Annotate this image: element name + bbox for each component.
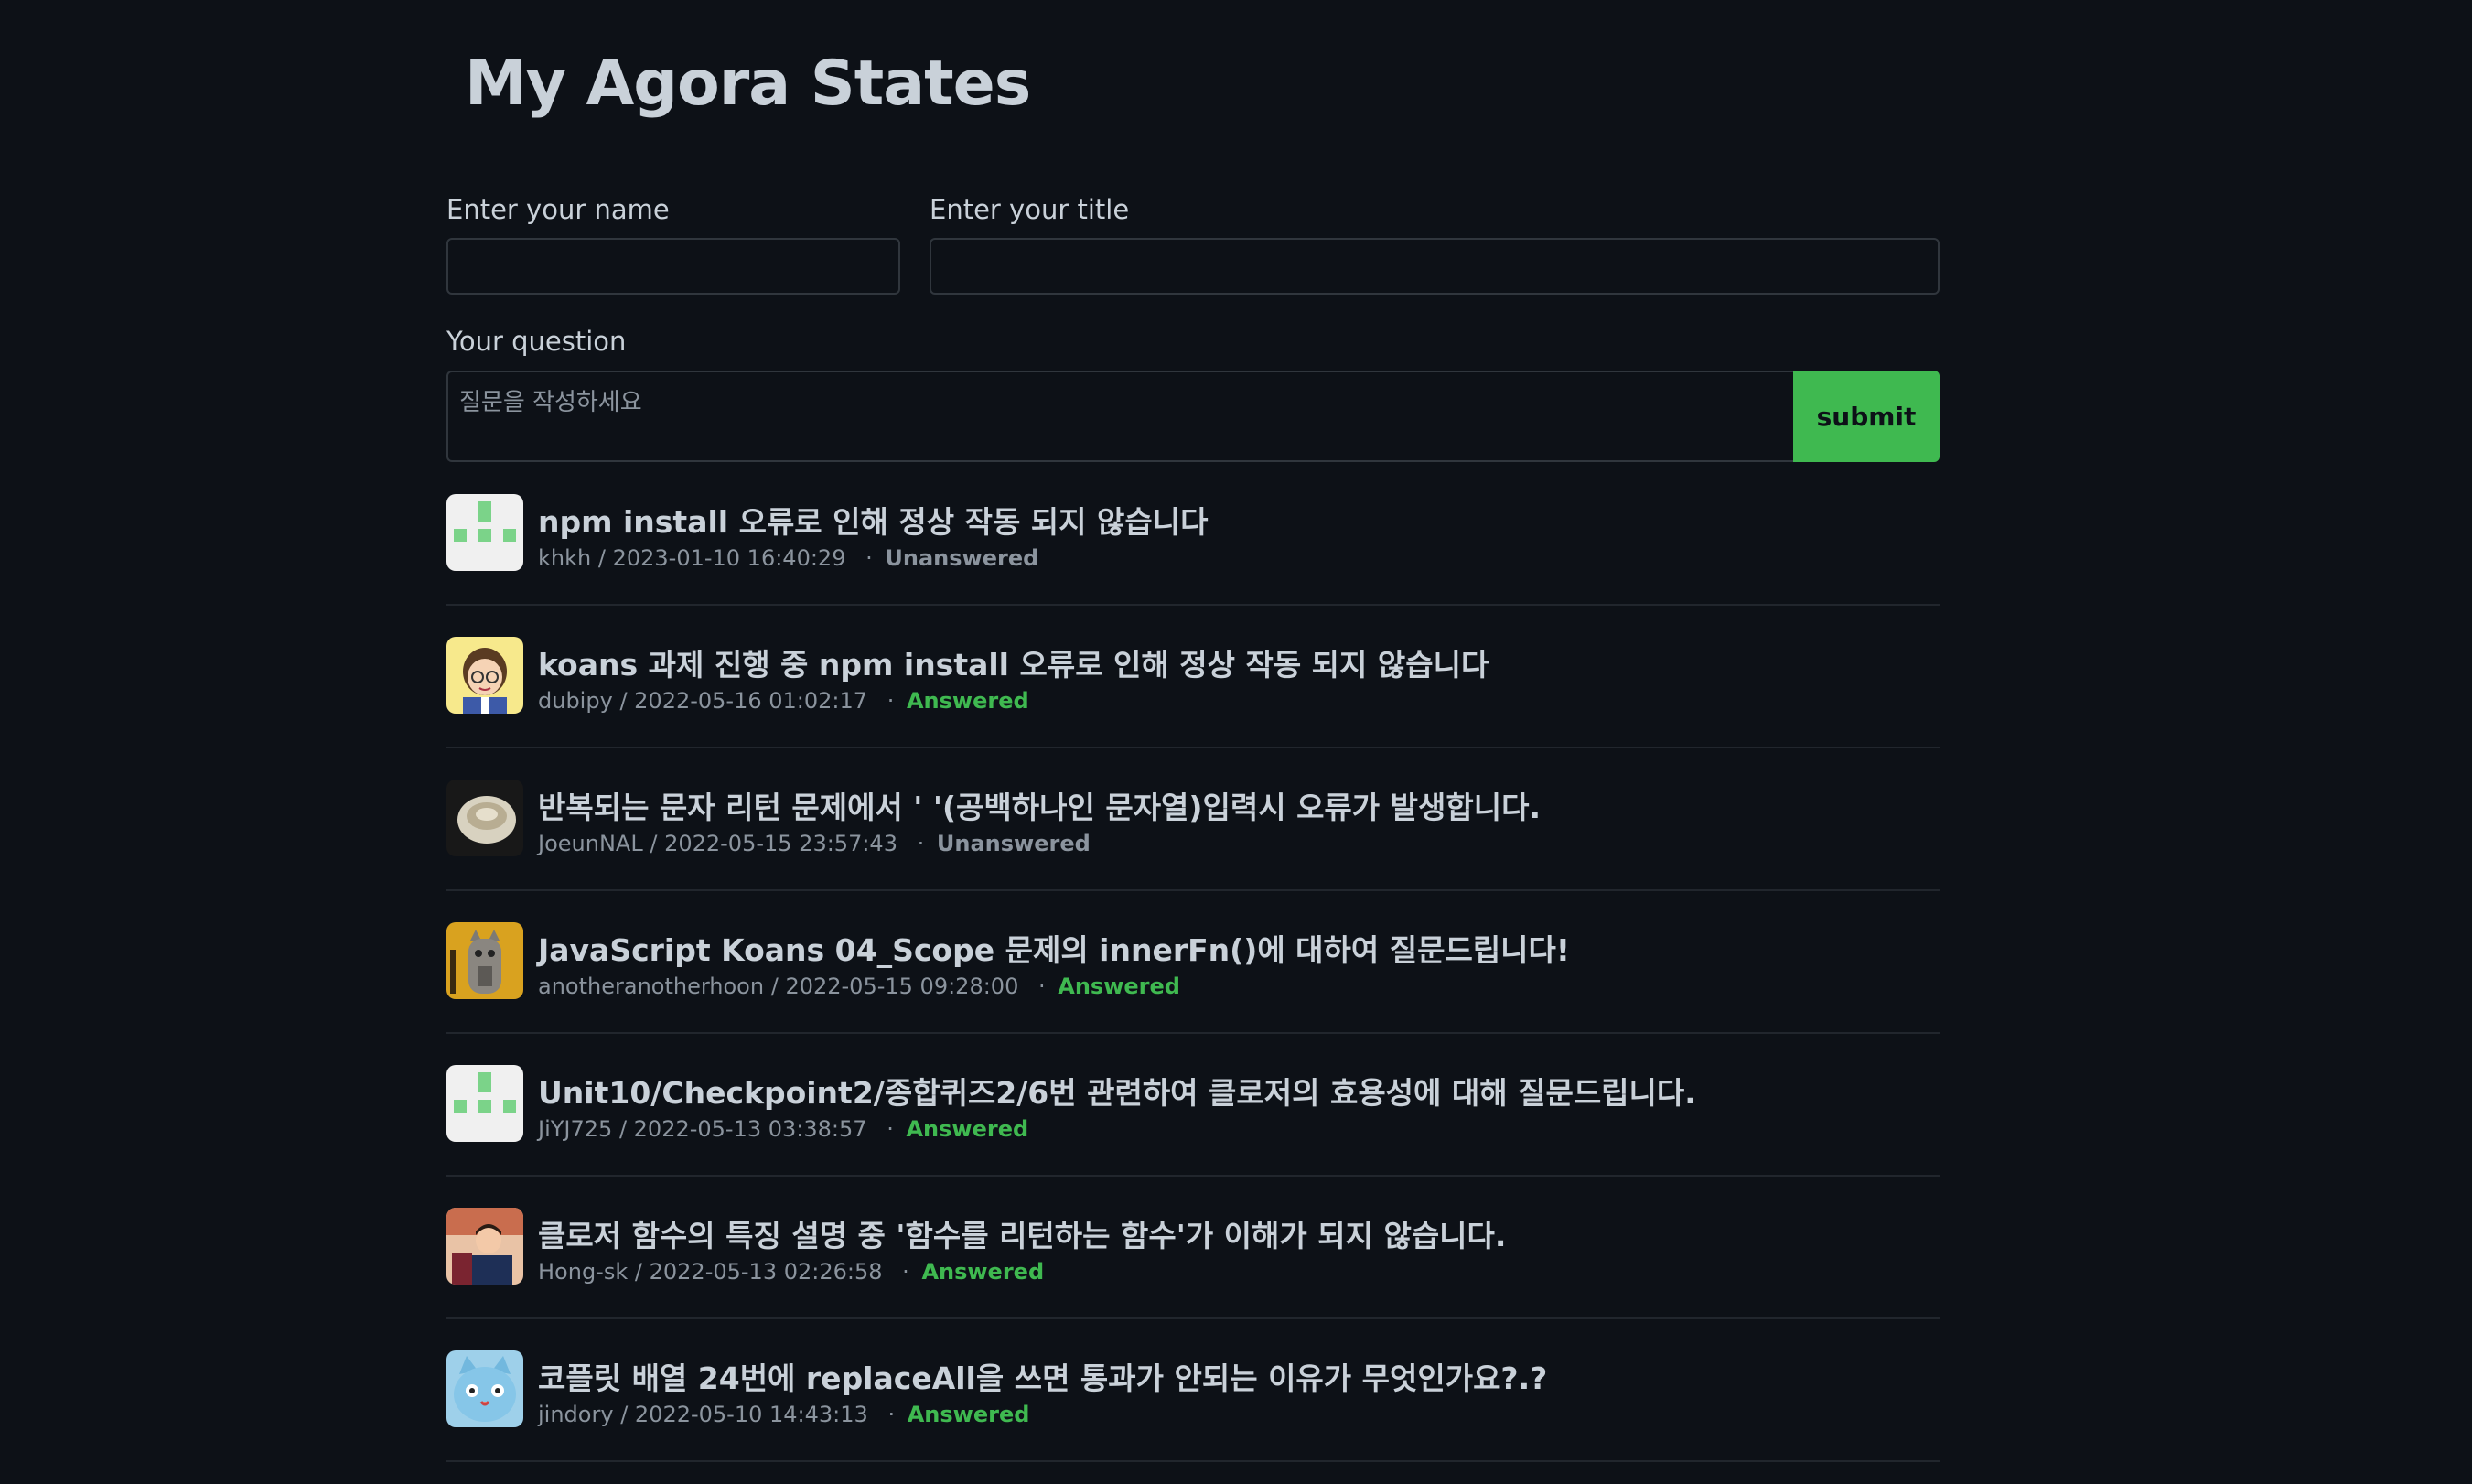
discussion-author: JoeunNAL xyxy=(538,831,643,856)
answer-status: Answered xyxy=(1058,973,1180,999)
meta-slash: / xyxy=(770,973,786,999)
submit-button[interactable]: submit xyxy=(1793,371,1940,462)
page-title: My Agora States xyxy=(465,48,1031,120)
discussion-item: JavaScript Koans 04_Scope 문제의 innerFn()에… xyxy=(446,891,1940,1034)
discussion-title[interactable]: JavaScript Koans 04_Scope 문제의 innerFn()에… xyxy=(538,926,1570,970)
meta-dot: · xyxy=(917,831,925,856)
meta-slash: / xyxy=(597,545,613,571)
cartoon-boy-avatar xyxy=(446,637,523,714)
discussion-author: Hong-sk xyxy=(538,1259,629,1285)
discussion-meta: anotheranotherhoon / 2022-05-15 09:28:00… xyxy=(538,973,1180,999)
answer-status: Unanswered xyxy=(885,545,1039,571)
title-label: Enter your title xyxy=(930,194,1130,225)
meta-slash: / xyxy=(620,1402,635,1427)
discussion-title[interactable]: 코플릿 배열 24번에 replaceAll을 쓰면 통과가 안되는 이유가 무… xyxy=(538,1354,1547,1398)
discussion-author: dubipy xyxy=(538,688,613,714)
meta-dot: · xyxy=(865,545,873,571)
person-photo-avatar xyxy=(446,1208,523,1285)
meta-slash: / xyxy=(618,1116,634,1142)
name-input[interactable] xyxy=(446,238,900,295)
discussion-date: 2022-05-16 01:02:17 xyxy=(634,688,868,714)
discussion-date: 2022-05-13 03:38:57 xyxy=(633,1116,867,1142)
answer-status: Unanswered xyxy=(936,831,1091,856)
identicon-avatar xyxy=(446,494,523,571)
title-input[interactable] xyxy=(930,238,1940,295)
discussion-item: 반복되는 문자 리턴 문제에서 ' '(공백하나인 문자열)입력시 오류가 발생… xyxy=(446,748,1940,891)
discussion-title[interactable]: npm install 오류로 인해 정상 작동 되지 않습니다 xyxy=(538,498,1208,542)
answer-status: Answered xyxy=(907,1402,1030,1427)
discussion-meta: jindory / 2022-05-10 14:43:13 · Answered xyxy=(538,1402,1029,1427)
discussion-item: 코플릿 배열 24번에 replaceAll을 쓰면 통과가 안되는 이유가 무… xyxy=(446,1319,1940,1462)
meta-slash: / xyxy=(619,688,635,714)
discussion-list: npm install 오류로 인해 정상 작동 되지 않습니다 khkh / … xyxy=(446,463,1940,1462)
discussion-title[interactable]: 반복되는 문자 리턴 문제에서 ' '(공백하나인 문자열)입력시 오류가 발생… xyxy=(538,783,1541,827)
discussion-item: Unit10/Checkpoint2/종합퀴즈2/6번 관련하여 클로저의 효용… xyxy=(446,1034,1940,1177)
blue-cat-avatar xyxy=(446,1350,523,1427)
discussion-meta: JiYJ725 / 2022-05-13 03:38:57 · Answered xyxy=(538,1116,1028,1142)
meta-dot: · xyxy=(887,1402,896,1427)
discussion-date: 2022-05-15 23:57:43 xyxy=(664,831,897,856)
name-label: Enter your name xyxy=(446,194,670,225)
discussion-date: 2022-05-10 14:43:13 xyxy=(634,1402,868,1427)
meta-dot: · xyxy=(887,688,895,714)
answer-status: Answered xyxy=(921,1259,1045,1285)
discussion-date: 2022-05-13 02:26:58 xyxy=(649,1259,883,1285)
answer-status: Answered xyxy=(906,688,1029,714)
cat-avatar xyxy=(446,922,523,999)
meta-slash: / xyxy=(634,1259,650,1285)
meta-dot: · xyxy=(1037,973,1046,999)
discussion-item: 클로저 함수의 특징 설명 중 '함수를 리턴하는 함수'가 이해가 되지 않습… xyxy=(446,1177,1940,1319)
discussion-meta: Hong-sk / 2022-05-13 02:26:58 · Answered xyxy=(538,1259,1044,1285)
discussion-author: JiYJ725 xyxy=(538,1116,613,1142)
discussion-title[interactable]: Unit10/Checkpoint2/종합퀴즈2/6번 관련하여 클로저의 효용… xyxy=(538,1069,1696,1113)
discussion-item: koans 과제 진행 중 npm install 오류로 인해 정상 작동 되… xyxy=(446,606,1940,748)
meta-slash: / xyxy=(650,831,665,856)
discussion-author: khkh xyxy=(538,545,592,571)
question-label: Your question xyxy=(446,326,627,357)
discussion-meta: JoeunNAL / 2022-05-15 23:57:43 · Unanswe… xyxy=(538,831,1091,856)
discussion-title[interactable]: koans 과제 진행 중 npm install 오류로 인해 정상 작동 되… xyxy=(538,640,1489,684)
discussion-title[interactable]: 클로저 함수의 특징 설명 중 '함수를 리턴하는 함수'가 이해가 되지 않습… xyxy=(538,1211,1506,1255)
meta-dot: · xyxy=(902,1259,909,1285)
meta-dot: · xyxy=(887,1116,894,1142)
question-textarea[interactable] xyxy=(446,371,1793,462)
discussion-date: 2022-05-15 09:28:00 xyxy=(785,973,1019,999)
discussion-meta: dubipy / 2022-05-16 01:02:17 · Answered xyxy=(538,688,1029,714)
discussion-meta: khkh / 2023-01-10 16:40:29 · Unanswered xyxy=(538,545,1038,571)
discussion-author: anotheranotherhoon xyxy=(538,973,765,999)
discussion-author: jindory xyxy=(538,1402,614,1427)
answer-status: Answered xyxy=(906,1116,1029,1142)
discussion-item: npm install 오류로 인해 정상 작동 되지 않습니다 khkh / … xyxy=(446,463,1940,606)
discussion-date: 2023-01-10 16:40:29 xyxy=(612,545,846,571)
bowl-avatar xyxy=(446,780,523,856)
identicon-avatar xyxy=(446,1065,523,1142)
